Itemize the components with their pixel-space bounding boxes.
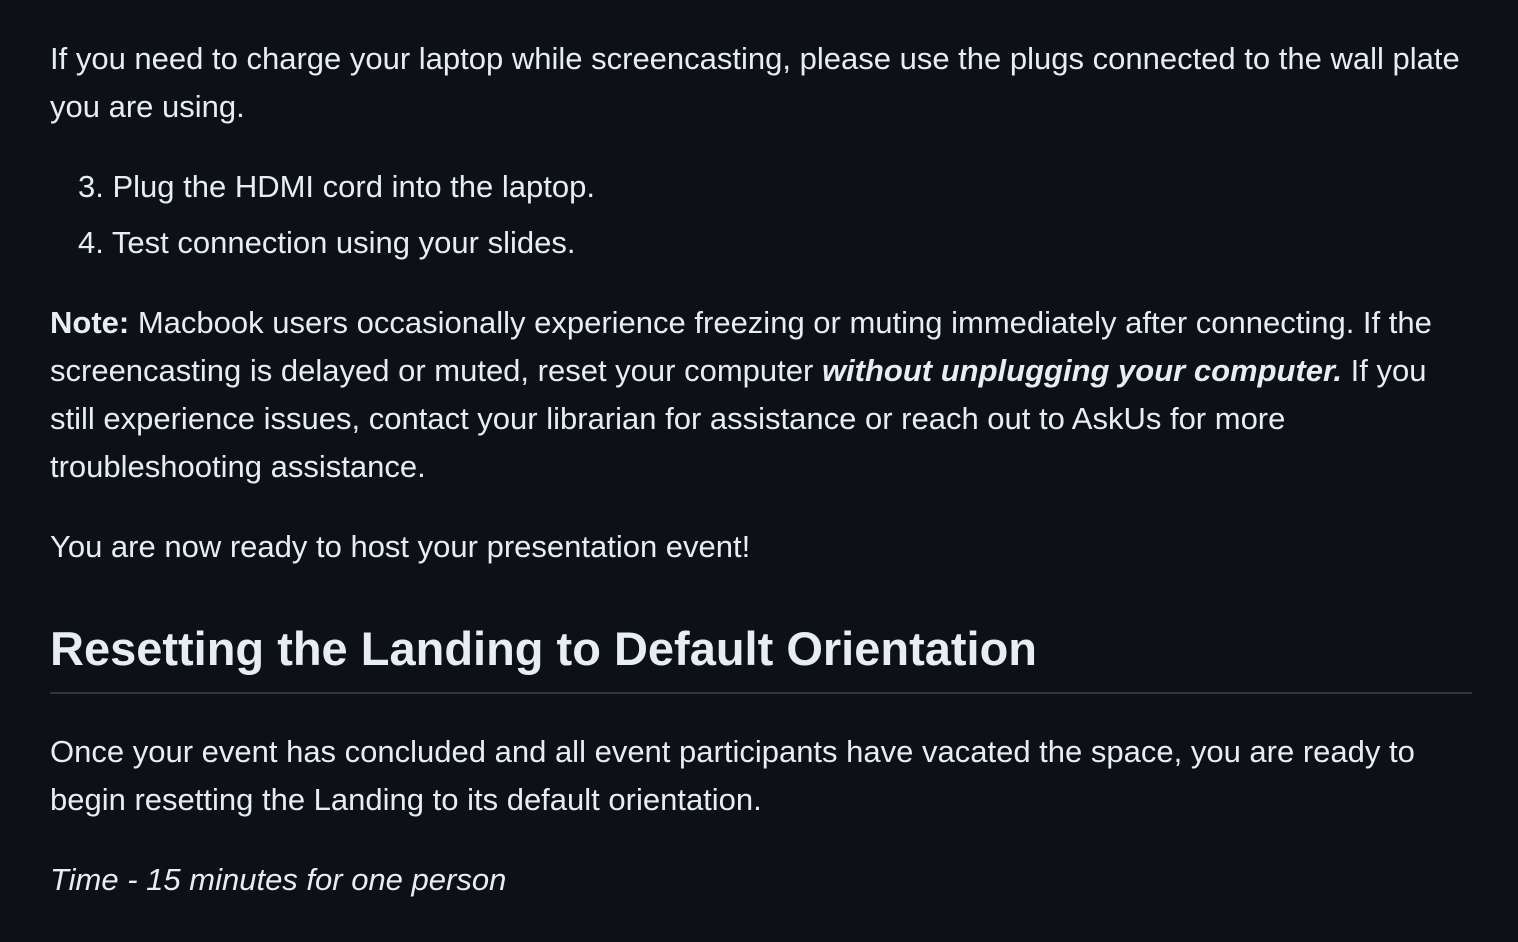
steps-list: 3. Plug the HDMI cord into the laptop. 4… [50,163,595,275]
ready-paragraph: You are now ready to host your presentat… [50,529,751,564]
list-item: 3. Plug the HDMI cord into the laptop. [78,169,595,204]
note-paragraph: Note: Macbook users occasionally experie… [50,299,1472,491]
time-estimate: Time - 15 minutes for one person [50,862,507,897]
note-emphasis: without unplugging your computer. [821,353,1342,388]
section-heading: Resetting the Landing to Default Orienta… [50,618,1472,694]
intro-paragraph: If you need to charge your laptop while … [50,41,1460,124]
concluded-paragraph: Once your event has concluded and all ev… [50,734,1415,817]
list-item: 4. Test connection using your slides. [78,225,576,260]
note-label: Note: [50,305,130,340]
